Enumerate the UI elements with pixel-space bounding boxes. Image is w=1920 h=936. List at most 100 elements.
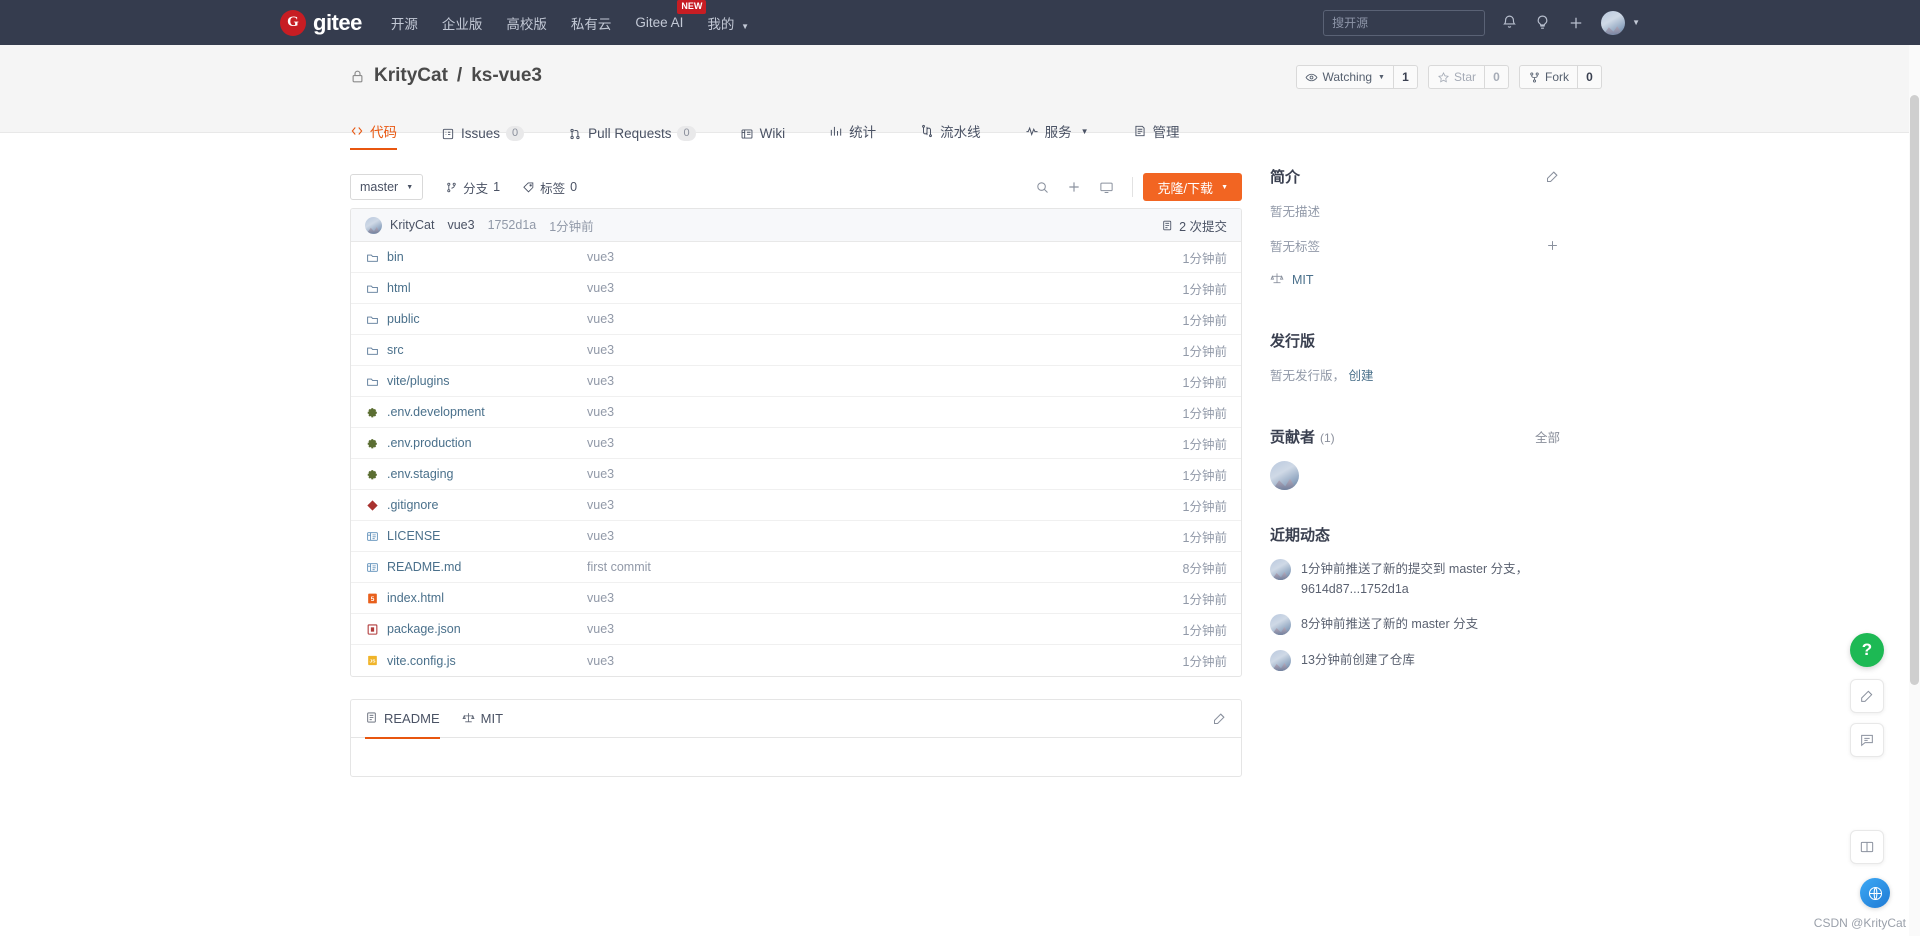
clone-download-button[interactable]: 克隆/下载 ▼ (1143, 173, 1242, 201)
file-commit-message[interactable]: vue3 (587, 498, 1183, 512)
file-link[interactable]: bin (387, 250, 404, 264)
tags-link[interactable]: 标签 0 (522, 178, 577, 197)
file-link[interactable]: README.md (387, 560, 461, 574)
nav-item-enterprise[interactable]: 企业版 (441, 9, 484, 37)
table-row[interactable]: src vue3 1分钟前 (351, 335, 1241, 366)
table-row[interactable]: .env.production vue3 1分钟前 (351, 428, 1241, 459)
contributor-avatar[interactable] (1270, 461, 1299, 490)
create-release-link[interactable]: 创建 (1349, 369, 1374, 383)
file-commit-message[interactable]: vue3 (587, 467, 1183, 481)
file-link[interactable]: .env.development (387, 405, 485, 419)
plus-icon[interactable] (1567, 14, 1585, 32)
file-link[interactable]: .env.staging (387, 467, 453, 481)
nav-item-education[interactable]: 高校版 (505, 9, 548, 37)
edit-icon[interactable] (1212, 711, 1227, 726)
table-row[interactable]: .env.development vue3 1分钟前 (351, 397, 1241, 428)
fork-button[interactable]: Fork (1519, 65, 1578, 89)
tab-issues[interactable]: Issues 0 (441, 126, 525, 150)
file-commit-message[interactable]: vue3 (587, 250, 1183, 264)
commit-author-link[interactable]: KrityCat (390, 218, 434, 232)
table-row[interactable]: html vue3 1分钟前 (351, 273, 1241, 304)
license-tab[interactable]: MIT (462, 700, 503, 738)
file-link[interactable]: .env.production (387, 436, 472, 450)
license-link[interactable]: MIT (1292, 273, 1314, 287)
tab-stats[interactable]: 统计 (829, 121, 876, 150)
file-commit-message[interactable]: vue3 (587, 529, 1183, 543)
file-commit-message[interactable]: first commit (587, 560, 1183, 574)
star-count[interactable]: 0 (1485, 65, 1509, 89)
search-input[interactable] (1323, 9, 1486, 36)
nav-item-gitee-ai[interactable]: Gitee AI NEW (634, 0, 707, 34)
bell-icon[interactable] (1501, 14, 1518, 31)
tab-wiki[interactable]: Wiki (740, 126, 785, 150)
commit-sha[interactable]: 1752d1a (488, 218, 537, 232)
file-commit-message[interactable]: vue3 (587, 343, 1183, 357)
search-icon[interactable] (1026, 173, 1058, 201)
feedback-edit-button[interactable] (1850, 679, 1884, 713)
fork-count[interactable]: 0 (1578, 65, 1602, 89)
table-row[interactable]: .env.staging vue3 1分钟前 (351, 459, 1241, 490)
file-commit-message[interactable]: vue3 (587, 312, 1183, 326)
tab-manage[interactable]: 管理 (1133, 121, 1180, 150)
branches-link[interactable]: 分支 1 (445, 178, 500, 197)
table-row[interactable]: LICENSE vue3 1分钟前 (351, 521, 1241, 552)
nav-item-opensource[interactable]: 开源 (390, 9, 419, 37)
scrollbar-track[interactable] (1909, 45, 1920, 936)
file-link[interactable]: html (387, 281, 411, 295)
watch-button[interactable]: Watching ▼ (1296, 65, 1394, 89)
list-item[interactable]: 1分钟前推送了新的提交到 master 分支，9614d87...1752d1a (1270, 559, 1560, 599)
file-commit-message[interactable]: vue3 (587, 591, 1183, 605)
user-avatar-menu[interactable]: ▼ (1601, 10, 1640, 35)
file-link[interactable]: public (387, 312, 420, 326)
tab-service[interactable]: 服务 ▼ (1025, 121, 1089, 150)
commit-message[interactable]: vue3 (447, 218, 474, 232)
file-link[interactable]: index.html (387, 591, 444, 605)
file-commit-message[interactable]: vue3 (587, 654, 1183, 668)
tab-code[interactable]: 代码 (350, 121, 397, 150)
table-row[interactable]: bin vue3 1分钟前 (351, 242, 1241, 273)
plus-icon[interactable] (1058, 173, 1090, 201)
file-commit-message[interactable]: vue3 (587, 405, 1183, 419)
list-item[interactable]: 8分钟前推送了新的 master 分支 (1270, 614, 1560, 635)
table-row[interactable]: .gitignore vue3 1分钟前 (351, 490, 1241, 521)
gitee-logo[interactable]: G gitee (280, 9, 362, 36)
file-link[interactable]: vite/plugins (387, 374, 450, 388)
table-row[interactable]: package.json vue3 1分钟前 (351, 614, 1241, 645)
web-ide-icon[interactable] (1090, 173, 1122, 201)
watch-count[interactable]: 1 (1393, 65, 1418, 89)
commit-count-link[interactable]: 2 次提交 (1161, 216, 1227, 235)
docs-button[interactable] (1850, 830, 1884, 864)
file-link[interactable]: .gitignore (387, 498, 438, 512)
tab-pull-requests[interactable]: Pull Requests 0 (568, 126, 696, 150)
file-commit-message[interactable]: vue3 (587, 281, 1183, 295)
help-button[interactable]: ? (1850, 633, 1884, 667)
file-link[interactable]: src (387, 343, 404, 357)
lightbulb-icon[interactable] (1534, 14, 1551, 31)
nav-item-mine[interactable]: 我的 ▼ (706, 9, 750, 37)
chat-button[interactable] (1850, 723, 1884, 757)
star-button[interactable]: Star (1427, 65, 1485, 89)
list-item[interactable]: 13分钟前创建了仓库 (1270, 650, 1560, 671)
nav-item-private-cloud[interactable]: 私有云 (570, 9, 613, 37)
tab-pipeline[interactable]: 流水线 (920, 121, 981, 150)
scrollbar-thumb[interactable] (1910, 95, 1919, 685)
file-commit-message[interactable]: vue3 (587, 374, 1183, 388)
readme-tab[interactable]: README (365, 700, 440, 739)
table-row[interactable]: README.md first commit 8分钟前 (351, 552, 1241, 583)
repo-name-link[interactable]: ks-vue3 (471, 65, 542, 87)
table-row[interactable]: JS vite.config.js vue3 1分钟前 (351, 645, 1241, 676)
file-link[interactable]: LICENSE (387, 529, 441, 543)
file-commit-message[interactable]: vue3 (587, 436, 1183, 450)
language-button[interactable] (1860, 878, 1890, 908)
file-commit-message[interactable]: vue3 (587, 622, 1183, 636)
file-link[interactable]: vite.config.js (387, 654, 456, 668)
contributors-all-link[interactable]: 全部 (1535, 427, 1560, 446)
repo-owner-link[interactable]: KrityCat (374, 65, 448, 87)
file-link[interactable]: package.json (387, 622, 461, 636)
table-row[interactable]: public vue3 1分钟前 (351, 304, 1241, 335)
plus-icon[interactable] (1545, 238, 1560, 253)
table-row[interactable]: 5 index.html vue3 1分钟前 (351, 583, 1241, 614)
table-row[interactable]: vite/plugins vue3 1分钟前 (351, 366, 1241, 397)
edit-icon[interactable] (1545, 169, 1560, 184)
branch-selector[interactable]: master ▼ (350, 174, 424, 200)
